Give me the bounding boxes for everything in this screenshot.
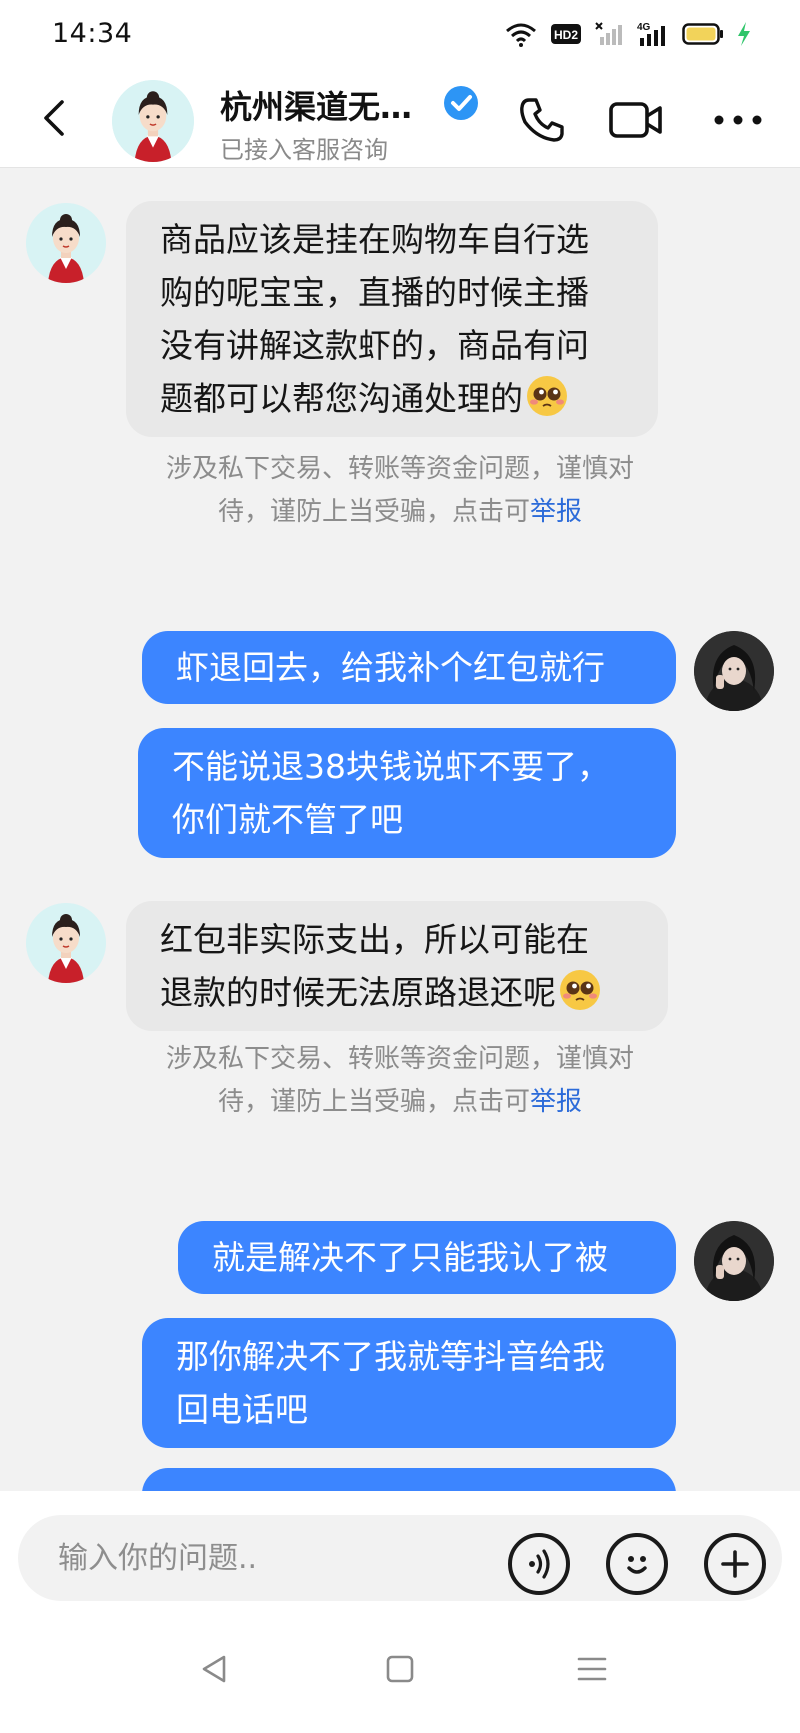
message-line: 题都可以帮您沟通处理的 [160,379,523,418]
agent-avatar[interactable] [26,903,106,983]
contact-name[interactable]: 杭州渠道无… [220,82,412,128]
message-bubble-outgoing[interactable] [142,1468,676,1491]
message-bubble-outgoing[interactable]: 那你解决不了我就等抖音给我 回电话吧 [142,1318,676,1448]
emoji-icon [627,1556,647,1574]
wifi-icon [504,21,538,51]
pleading-face-emoji [525,374,569,418]
charging-icon [736,21,752,51]
message-bubble-outgoing[interactable]: 虾退回去，给我补个红包就行 [142,631,676,704]
more-icon [714,115,762,125]
notice-line: 涉及私下交易、转账等资金问题，谨慎对 [165,454,634,484]
nav-menu-button[interactable] [568,1645,616,1693]
user-avatar[interactable] [694,1221,774,1301]
network-label: 4G [637,22,651,33]
chat-header: 杭州渠道无… 已接入客服咨询 [0,68,800,168]
message-bubble-incoming[interactable]: 红包非实际支出，所以可能在 退款的时候无法原路退还呢 [126,901,668,1031]
message-line: 回电话吧 [176,1390,308,1429]
plus-icon [721,1550,749,1578]
voice-icon [529,1549,550,1579]
notice-line: 待，谨防上当受骗，点击可 [217,497,530,527]
nav-back-icon [202,1655,226,1683]
composer [0,1491,800,1601]
message-line: 红包非实际支出，所以可能在 [160,920,589,959]
more-button[interactable] [708,92,768,148]
hd-icon: HD2 [550,21,582,51]
notice-line: 待，谨防上当受骗，点击可 [217,1087,530,1117]
phone-icon [520,98,564,142]
more-actions-button[interactable] [704,1533,766,1595]
message-bubble-outgoing[interactable]: 不能说退38块钱说虾不要了， 你们就不管了吧 [138,728,676,858]
battery-icon [682,22,724,50]
user-avatar[interactable] [694,631,774,711]
agent-avatar[interactable] [26,203,106,283]
safety-notice: 涉及私下交易、转账等资金问题，谨慎对 待，谨防上当受骗，点击可举报 [130,448,670,534]
system-navbar [0,1601,800,1733]
nav-back-button[interactable] [190,1645,238,1693]
message-line: 就是解决不了只能我认了被 [212,1238,608,1277]
verified-icon [442,84,480,122]
hd-badge-text: HD2 [554,28,578,42]
message-input[interactable] [58,1535,478,1581]
nav-menu-icon [577,1657,607,1681]
back-button[interactable] [36,98,76,138]
input-container [18,1515,782,1601]
signal-icon [594,21,624,51]
report-link[interactable]: 举报 [530,1087,582,1117]
back-arrow-icon [44,100,64,136]
report-link[interactable]: 举报 [530,497,582,527]
message-line: 不能说退38块钱说虾不要了， [172,747,610,786]
video-icon [609,102,662,138]
safety-notice: 涉及私下交易、转账等资金问题，谨慎对 待，谨防上当受骗，点击可举报 [130,1038,670,1124]
message-line: 没有讲解这款虾的，商品有问 [160,326,589,365]
call-button[interactable] [514,92,570,148]
status-bar: 14:34 HD2 4G [0,0,800,68]
contact-status: 已接入客服咨询 [220,136,388,164]
message-line: 那你解决不了我就等抖音给我 [176,1337,605,1376]
message-bubble-outgoing[interactable]: 就是解决不了只能我认了被 [178,1221,676,1294]
voice-button[interactable] [508,1533,570,1595]
message-line: 虾退回去，给我补个红包就行 [176,648,605,687]
pleading-face-emoji [558,968,602,1012]
message-line: 购的呢宝宝，直播的时候主播 [160,273,589,312]
message-list[interactable]: 商品应该是挂在购物车自行选 购的呢宝宝，直播的时候主播 没有讲解这款虾的，商品有… [0,169,800,1491]
message-line: 退款的时候无法原路退还呢 [160,973,556,1012]
status-time: 14:34 [52,18,133,49]
nav-home-icon [386,1655,414,1683]
emoji-button[interactable] [606,1533,668,1595]
message-line: 你们就不管了吧 [172,800,403,839]
message-line: 商品应该是挂在购物车自行选 [160,220,589,259]
message-bubble-incoming[interactable]: 商品应该是挂在购物车自行选 购的呢宝宝，直播的时候主播 没有讲解这款虾的，商品有… [126,201,658,437]
video-call-button[interactable] [604,92,668,148]
4g-signal-icon: 4G [636,20,670,52]
status-icons: HD2 4G [504,20,752,52]
contact-avatar[interactable] [112,80,194,162]
notice-line: 涉及私下交易、转账等资金问题，谨慎对 [165,1044,634,1074]
nav-home-button[interactable] [376,1645,424,1693]
